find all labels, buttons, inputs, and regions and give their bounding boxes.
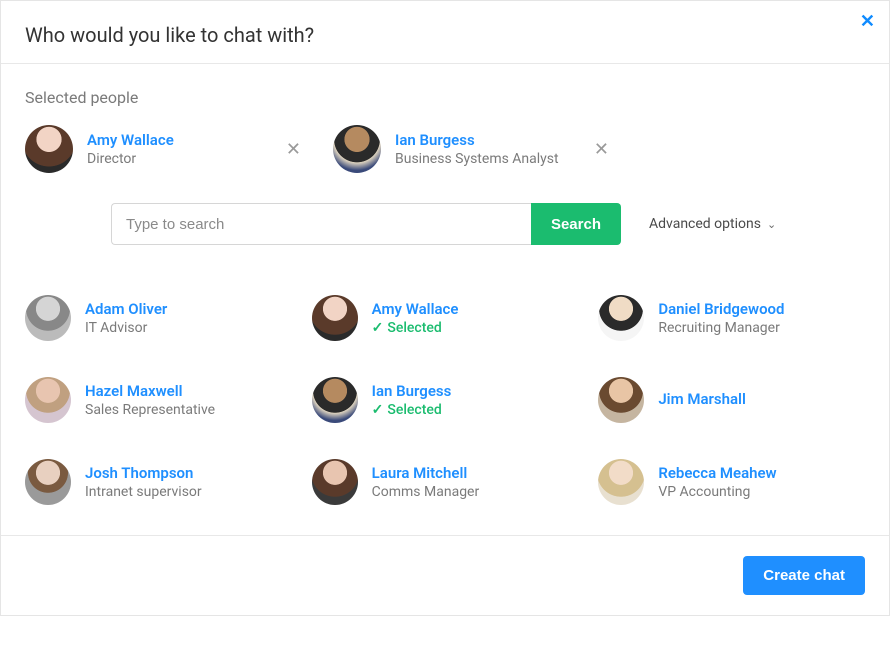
modal-footer: Create chat (1, 535, 889, 615)
avatar (598, 377, 644, 423)
person-item[interactable]: Jim Marshall (598, 377, 865, 423)
people-grid: Adam Oliver IT Advisor Amy Wallace ✓ Sel… (25, 295, 865, 505)
avatar (312, 295, 358, 341)
person-name: Daniel Bridgewood (658, 300, 784, 318)
avatar (333, 125, 381, 173)
selected-chip: Ian Burgess Business Systems Analyst ✕ (333, 125, 613, 173)
avatar (25, 459, 71, 505)
search-button[interactable]: Search (531, 203, 621, 245)
person-name: Hazel Maxwell (85, 382, 215, 400)
remove-icon[interactable]: ✕ (590, 135, 613, 164)
selected-label: Selected (387, 320, 441, 336)
selected-badge: ✓ Selected (372, 320, 459, 336)
chat-picker-modal: Who would you like to chat with? ✕ Selec… (0, 0, 890, 616)
person-item[interactable]: Adam Oliver IT Advisor (25, 295, 292, 341)
avatar (25, 125, 73, 173)
selected-chip: Amy Wallace Director ✕ (25, 125, 305, 173)
person-item[interactable]: Laura Mitchell Comms Manager (312, 459, 579, 505)
person-name: Amy Wallace (87, 131, 268, 149)
person-role: Business Systems Analyst (395, 151, 576, 167)
person-name: Josh Thompson (85, 464, 202, 482)
search-row: Search Advanced options ⌄ (25, 203, 865, 245)
person-text: Daniel Bridgewood Recruiting Manager (658, 300, 784, 336)
chip-text: Ian Burgess Business Systems Analyst (395, 131, 576, 167)
avatar (312, 377, 358, 423)
person-text: Hazel Maxwell Sales Representative (85, 382, 215, 418)
search-input[interactable] (111, 203, 531, 245)
person-item[interactable]: Daniel Bridgewood Recruiting Manager (598, 295, 865, 341)
person-item[interactable]: Amy Wallace ✓ Selected (312, 295, 579, 341)
avatar (598, 295, 644, 341)
person-name: Laura Mitchell (372, 464, 480, 482)
selected-badge: ✓ Selected (372, 402, 452, 418)
avatar (25, 295, 71, 341)
person-text: Ian Burgess ✓ Selected (372, 382, 452, 418)
check-icon: ✓ (372, 320, 384, 336)
person-role: Intranet supervisor (85, 484, 202, 500)
person-name: Jim Marshall (658, 390, 746, 408)
person-name: Amy Wallace (372, 300, 459, 318)
modal-header: Who would you like to chat with? ✕ (1, 1, 889, 64)
person-name: Adam Oliver (85, 300, 167, 318)
selected-people-row: Amy Wallace Director ✕ Ian Burgess Busin… (25, 125, 865, 173)
create-chat-button[interactable]: Create chat (743, 556, 865, 595)
person-item[interactable]: Hazel Maxwell Sales Representative (25, 377, 292, 423)
person-role: Recruiting Manager (658, 320, 784, 336)
person-text: Adam Oliver IT Advisor (85, 300, 167, 336)
person-text: Amy Wallace ✓ Selected (372, 300, 459, 336)
modal-body: Selected people Amy Wallace Director ✕ I… (1, 64, 889, 535)
person-role: Comms Manager (372, 484, 480, 500)
remove-icon[interactable]: ✕ (282, 135, 305, 164)
person-role: Director (87, 151, 268, 167)
chip-text: Amy Wallace Director (87, 131, 268, 167)
avatar (598, 459, 644, 505)
person-role: VP Accounting (658, 484, 776, 500)
person-name: Ian Burgess (395, 131, 576, 149)
close-icon[interactable]: ✕ (856, 9, 879, 35)
person-role: Sales Representative (85, 402, 215, 418)
search-group: Search (111, 203, 621, 245)
chevron-down-icon: ⌄ (767, 218, 776, 231)
modal-title: Who would you like to chat with? (25, 23, 865, 47)
person-name: Rebecca Meahew (658, 464, 776, 482)
person-text: Rebecca Meahew VP Accounting (658, 464, 776, 500)
selected-label: Selected (387, 402, 441, 418)
person-text: Jim Marshall (658, 390, 746, 410)
person-text: Laura Mitchell Comms Manager (372, 464, 480, 500)
avatar (312, 459, 358, 505)
advanced-options-label: Advanced options (649, 216, 761, 232)
person-name: Ian Burgess (372, 382, 452, 400)
person-item[interactable]: Josh Thompson Intranet supervisor (25, 459, 292, 505)
person-text: Josh Thompson Intranet supervisor (85, 464, 202, 500)
person-role: IT Advisor (85, 320, 167, 336)
person-item[interactable]: Rebecca Meahew VP Accounting (598, 459, 865, 505)
advanced-options-link[interactable]: Advanced options ⌄ (649, 216, 776, 232)
check-icon: ✓ (372, 402, 384, 418)
person-item[interactable]: Ian Burgess ✓ Selected (312, 377, 579, 423)
selected-people-label: Selected people (25, 88, 865, 107)
avatar (25, 377, 71, 423)
